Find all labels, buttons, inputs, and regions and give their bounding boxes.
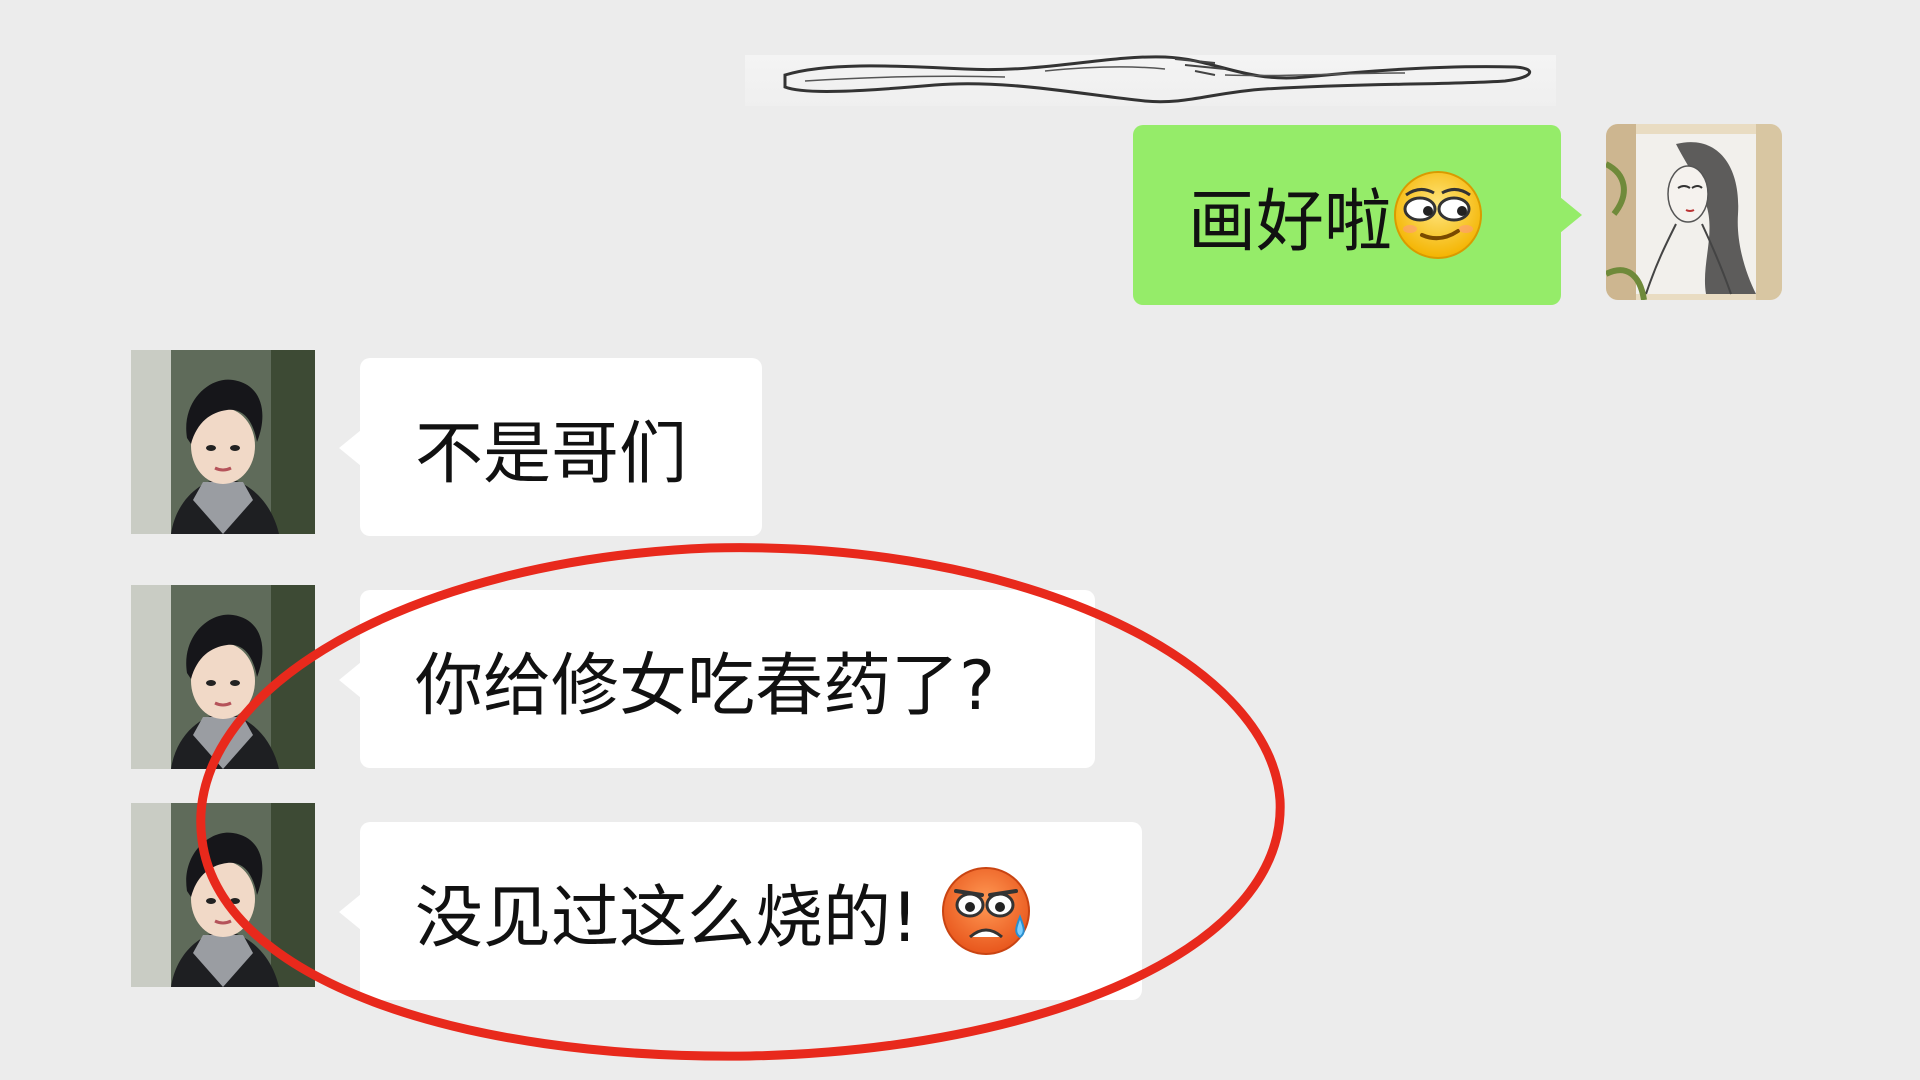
my-message-bubble[interactable]: 画好啦 xyxy=(1133,125,1582,305)
friend-message-bubble[interactable]: 没见过这么烧的! xyxy=(339,822,1142,1000)
friend-avatar[interactable] xyxy=(131,803,315,987)
young-man-photo-icon xyxy=(131,350,315,534)
smirk-emoji-icon xyxy=(1392,169,1484,261)
friend-message-bubble[interactable]: 不是哥们 xyxy=(339,358,762,536)
friend-message-bubble[interactable]: 你给修女吃春药了? xyxy=(339,590,1095,768)
anxious-sweat-emoji-icon xyxy=(940,865,1032,957)
friend-avatar[interactable] xyxy=(131,350,315,534)
message-text: 你给修女吃春药了? xyxy=(415,646,996,726)
sketch-portrait-icon xyxy=(1606,124,1782,300)
message-text: 画好啦 xyxy=(1188,182,1393,262)
my-avatar[interactable] xyxy=(1606,124,1782,300)
message-text: 不是哥们 xyxy=(415,414,688,494)
young-man-photo-icon xyxy=(131,803,315,987)
message-text: 没见过这么烧的! xyxy=(415,878,919,958)
friend-avatar[interactable] xyxy=(131,585,315,769)
young-man-photo-icon xyxy=(131,585,315,769)
sketch-drawing xyxy=(783,55,1531,104)
sketch-image-preview[interactable] xyxy=(745,55,1556,106)
